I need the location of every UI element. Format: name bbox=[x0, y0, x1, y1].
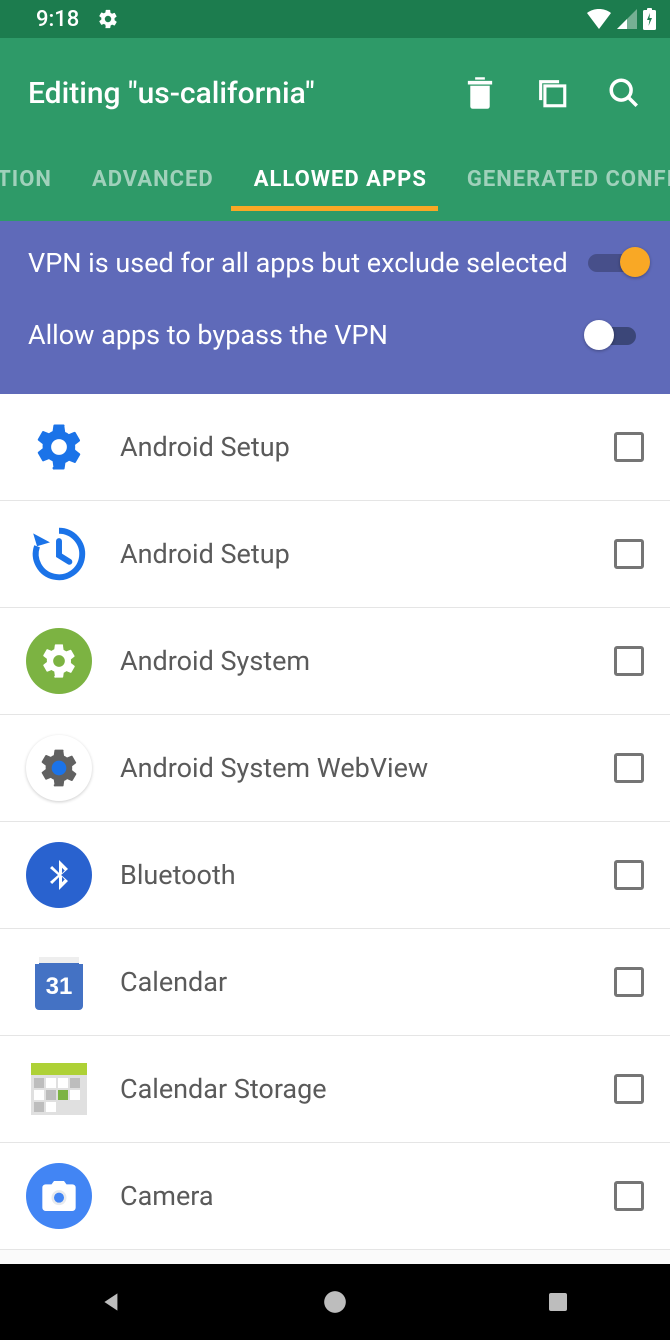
restore-icon bbox=[26, 521, 92, 587]
app-row-android-system[interactable]: Android System bbox=[0, 608, 670, 715]
nav-home-button[interactable] bbox=[295, 1277, 375, 1327]
app-name-label: Android Setup bbox=[120, 431, 614, 463]
tab-advanced[interactable]: ADVANCED bbox=[72, 148, 234, 211]
app-name-label: Bluetooth bbox=[120, 859, 614, 891]
settings-panel: VPN is used for all apps but exclude sel… bbox=[0, 221, 670, 394]
tab-indicator bbox=[231, 206, 438, 211]
app-bar: Editing "us-california" PTION ADVANCED A… bbox=[0, 38, 670, 221]
status-bar: 9:18 bbox=[0, 0, 670, 38]
app-row-camera[interactable]: Camera bbox=[0, 1143, 670, 1250]
copy-button[interactable] bbox=[528, 69, 576, 117]
checkbox[interactable] bbox=[614, 646, 644, 676]
settings-status-icon bbox=[97, 8, 119, 30]
checkbox[interactable] bbox=[614, 539, 644, 569]
setting-exclude-label: VPN is used for all apps but exclude sel… bbox=[28, 245, 568, 281]
gear-icon bbox=[26, 414, 92, 480]
app-name-label: Android Setup bbox=[120, 538, 614, 570]
app-row-bluetooth[interactable]: Bluetooth bbox=[0, 822, 670, 929]
tab-allowed-apps[interactable]: ALLOWED APPS bbox=[234, 148, 447, 211]
bluetooth-icon bbox=[26, 842, 92, 908]
toggle-exclude-mode[interactable] bbox=[588, 246, 644, 280]
checkbox[interactable] bbox=[614, 753, 644, 783]
nav-back-button[interactable] bbox=[72, 1277, 152, 1327]
app-name-label: Android System WebView bbox=[120, 752, 614, 784]
tab-option[interactable]: PTION bbox=[0, 148, 72, 211]
checkbox[interactable] bbox=[614, 860, 644, 890]
page-title: Editing "us-california" bbox=[28, 76, 315, 111]
tab-bar: PTION ADVANCED ALLOWED APPS GENERATED CO… bbox=[0, 148, 670, 211]
app-row-calendar-storage[interactable]: Calendar Storage bbox=[0, 1036, 670, 1143]
app-row-android-setup-1[interactable]: Android Setup bbox=[0, 394, 670, 501]
nav-recents-button[interactable] bbox=[518, 1277, 598, 1327]
app-name-label: Camera bbox=[120, 1180, 614, 1212]
checkbox[interactable] bbox=[614, 432, 644, 462]
webview-icon bbox=[26, 735, 92, 801]
app-row-calendar[interactable]: 31 Calendar bbox=[0, 929, 670, 1036]
app-name-label: Calendar Storage bbox=[120, 1073, 614, 1105]
tab-generated-config[interactable]: GENERATED CONFIG bbox=[447, 148, 670, 211]
camera-icon bbox=[26, 1163, 92, 1229]
app-row-webview[interactable]: Android System WebView bbox=[0, 715, 670, 822]
app-name-label: Calendar bbox=[120, 966, 614, 998]
checkbox[interactable] bbox=[614, 1181, 644, 1211]
wifi-icon bbox=[587, 9, 611, 29]
setting-exclude-mode[interactable]: VPN is used for all apps but exclude sel… bbox=[28, 227, 644, 299]
app-list: Android Setup Android Setup Android Syst… bbox=[0, 394, 670, 1264]
setting-bypass-label: Allow apps to bypass the VPN bbox=[28, 317, 568, 353]
android-system-icon bbox=[26, 628, 92, 694]
svg-text:31: 31 bbox=[46, 973, 73, 1000]
setting-bypass[interactable]: Allow apps to bypass the VPN bbox=[28, 299, 644, 371]
status-time: 9:18 bbox=[36, 7, 79, 32]
battery-charging-icon bbox=[643, 8, 656, 30]
checkbox[interactable] bbox=[614, 1074, 644, 1104]
navigation-bar bbox=[0, 1264, 670, 1340]
delete-button[interactable] bbox=[456, 69, 504, 117]
search-button[interactable] bbox=[600, 69, 648, 117]
toggle-bypass[interactable] bbox=[588, 319, 644, 353]
app-name-label: Android System bbox=[120, 645, 614, 677]
app-row-android-setup-2[interactable]: Android Setup bbox=[0, 501, 670, 608]
signal-icon bbox=[617, 9, 637, 29]
calendar-icon: 31 bbox=[26, 949, 92, 1015]
calendar-storage-icon bbox=[26, 1056, 92, 1122]
checkbox[interactable] bbox=[614, 967, 644, 997]
